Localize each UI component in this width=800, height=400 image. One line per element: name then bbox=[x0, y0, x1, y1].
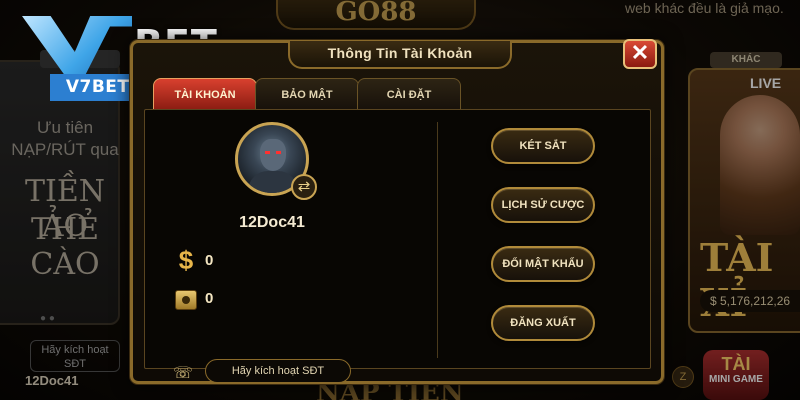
tab-settings[interactable]: CÀI ĐẶT bbox=[357, 78, 461, 110]
panel-divider bbox=[437, 122, 438, 358]
close-icon: ✕ bbox=[630, 40, 650, 65]
bet-history-button[interactable]: LỊCH SỬ CƯỢC bbox=[491, 187, 595, 223]
brand-v7-logo bbox=[22, 16, 132, 74]
avatar-face bbox=[260, 139, 286, 171]
logout-button[interactable]: ĐĂNG XUẤT bbox=[491, 305, 595, 341]
activate-phone-button[interactable]: Hãy kích hoạt SĐT bbox=[205, 359, 351, 383]
avatar-eye-left bbox=[265, 151, 270, 154]
account-info-modal: Thông Tin Tài Khoản ✕ TÀI KHOẢN BẢO MẬT … bbox=[130, 39, 664, 384]
swap-icon: ⇄ bbox=[297, 178, 311, 195]
username: 12Doc41 bbox=[239, 214, 305, 231]
change-avatar-button[interactable]: ⇄ bbox=[291, 174, 317, 200]
modal-title: Thông Tin Tài Khoản bbox=[288, 41, 512, 69]
tab-security[interactable]: BẢO MẬT bbox=[255, 78, 359, 110]
safe-balance-value: 0 bbox=[205, 290, 214, 307]
balance-value: 0 bbox=[205, 252, 214, 269]
safe-button[interactable]: KÉT SẮT bbox=[491, 128, 595, 164]
safe-icon bbox=[175, 290, 197, 310]
account-panel: ⇄ 12Doc41 $ 0 0 ☏ Hãy kích hoạt SĐT KÉT … bbox=[144, 109, 651, 383]
phone-icon: ☏ bbox=[173, 365, 194, 382]
dollar-icon: $ bbox=[178, 245, 194, 275]
avatar-eye-right bbox=[276, 151, 281, 154]
change-password-button[interactable]: ĐỔI MẬT KHẨU bbox=[491, 246, 595, 282]
close-button[interactable]: ✕ bbox=[623, 39, 657, 69]
tab-account[interactable]: TÀI KHOẢN bbox=[153, 78, 257, 110]
